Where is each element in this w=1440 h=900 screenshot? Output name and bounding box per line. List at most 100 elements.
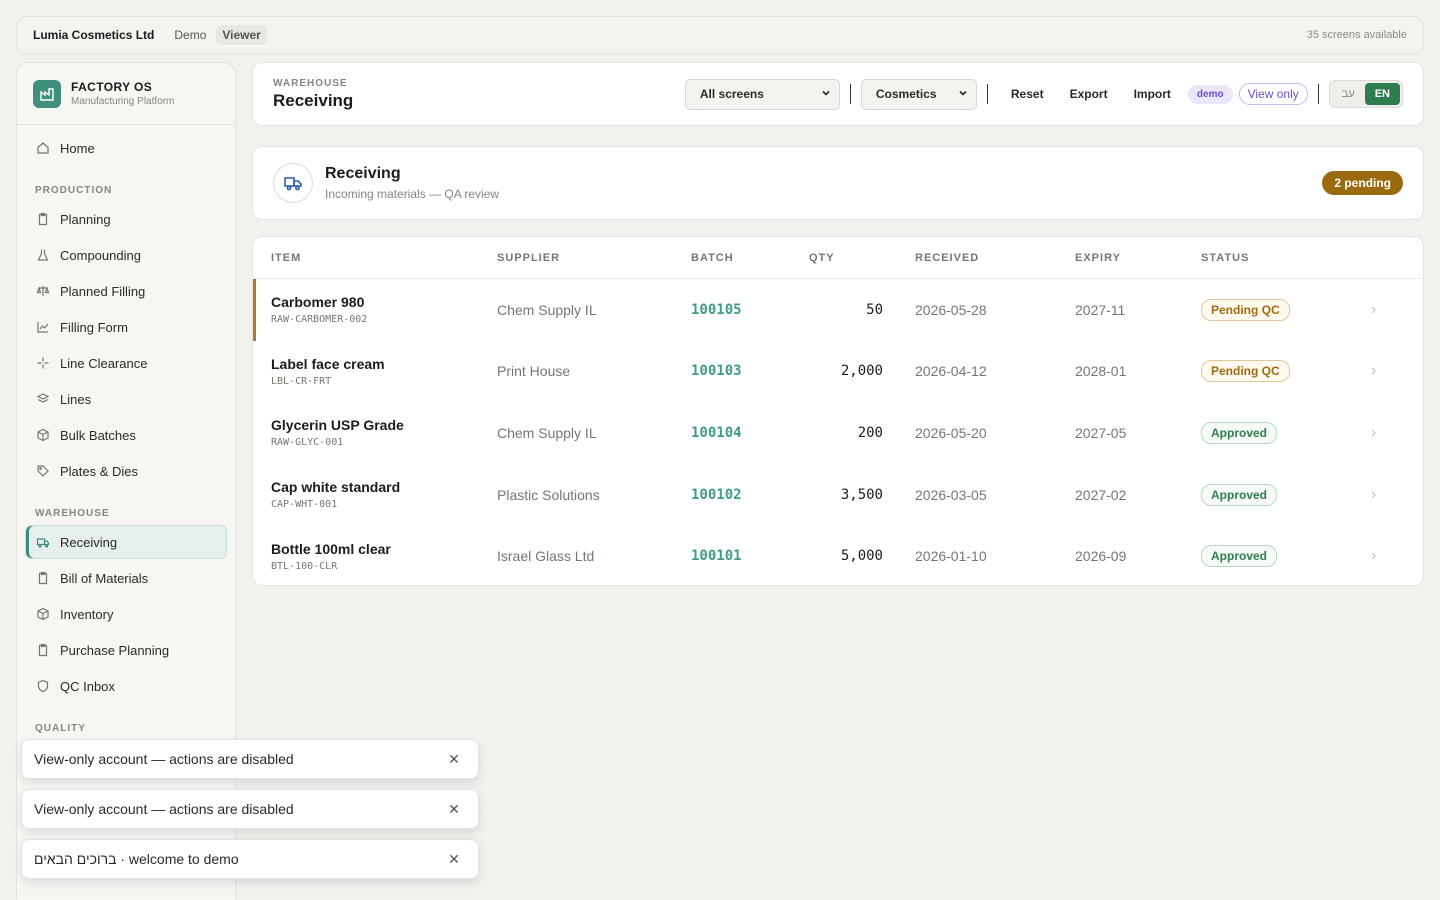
item-name: Glycerin USP Grade bbox=[271, 417, 404, 434]
sidebar-item-inventory[interactable]: Inventory bbox=[25, 597, 227, 631]
view-only-badge: View only bbox=[1238, 83, 1308, 105]
lang-hebrew-button[interactable]: עב bbox=[1332, 83, 1365, 105]
import-button[interactable]: Import bbox=[1134, 87, 1171, 101]
scale-icon bbox=[36, 284, 50, 298]
category-select[interactable]: Cosmetics bbox=[860, 78, 977, 110]
sidebar-item-compounding[interactable]: Compounding bbox=[25, 238, 227, 272]
divider bbox=[1317, 84, 1319, 104]
chevron-down-icon bbox=[958, 87, 968, 101]
sidebar-item-planning[interactable]: Planning bbox=[25, 202, 227, 236]
column-header[interactable]: EXPIRY bbox=[1075, 252, 1201, 264]
column-header[interactable]: ITEM bbox=[253, 252, 497, 264]
received-cell: 2026-05-20 bbox=[915, 424, 987, 441]
sidebar-item-filling-form[interactable]: Filling Form bbox=[25, 310, 227, 344]
layers-icon bbox=[36, 392, 50, 406]
batch-link[interactable]: 100105 bbox=[691, 302, 809, 318]
chevron-right-icon[interactable]: › bbox=[1371, 301, 1411, 319]
brand-name: FACTORY OS bbox=[71, 80, 153, 94]
received-cell: 2026-01-10 bbox=[915, 548, 987, 565]
supplier-cell: Chem Supply IL bbox=[497, 424, 597, 441]
home-icon bbox=[36, 141, 50, 155]
page-header: WAREHOUSE Receiving All screens Cosmetic… bbox=[252, 62, 1424, 126]
box-icon bbox=[36, 607, 50, 621]
clipboard-icon bbox=[36, 571, 50, 585]
tag-icon bbox=[36, 464, 50, 478]
demo-badge: demo bbox=[1187, 84, 1233, 104]
chevron-down-icon bbox=[821, 87, 831, 101]
table-row[interactable]: Glycerin USP Grade RAW-GLYC-001 Chem Suppl… bbox=[253, 402, 1423, 464]
column-header[interactable]: STATUS bbox=[1201, 252, 1371, 264]
category-select-value: Cosmetics bbox=[875, 87, 937, 101]
sidebar-item-purchase-planning[interactable]: Purchase Planning bbox=[25, 633, 227, 667]
mode-label[interactable]: Demo bbox=[174, 28, 206, 42]
batch-link[interactable]: 100102 bbox=[691, 487, 809, 503]
table-row[interactable]: Cap white standard CAP-WHT-001 Plastic Sol… bbox=[253, 464, 1423, 526]
table-row[interactable]: Bottle 100ml clear BTL-100-CLR Israel Glas… bbox=[253, 525, 1423, 585]
expiry-cell: 2027-05 bbox=[1075, 424, 1127, 441]
sidebar-item-qc-inbox[interactable]: QC Inbox bbox=[25, 669, 227, 703]
close-icon[interactable]: ✕ bbox=[442, 801, 466, 818]
chevron-right-icon[interactable]: › bbox=[1371, 362, 1411, 380]
flask-icon bbox=[36, 248, 50, 262]
sidebar-item-label: Bulk Batches bbox=[60, 427, 136, 443]
screens-available: 35 screens available bbox=[1306, 29, 1407, 41]
sidebar-item-lines[interactable]: Lines bbox=[25, 382, 227, 416]
item-name: Carbomer 980 bbox=[271, 294, 365, 311]
status-cell: Approved bbox=[1201, 545, 1371, 568]
table-row[interactable]: Carbomer 980 RAW-CARBOMER-002 Chem Supply … bbox=[253, 279, 1423, 341]
sidebar-item-home[interactable]: Home bbox=[25, 131, 227, 165]
clipboard-icon bbox=[36, 643, 50, 657]
box-icon bbox=[36, 428, 50, 442]
chevron-right-icon[interactable]: › bbox=[1371, 486, 1411, 504]
toast-message: View-only account — actions are disabled bbox=[34, 751, 294, 767]
supplier-cell: Plastic Solutions bbox=[497, 486, 600, 503]
column-header[interactable]: SUPPLIER bbox=[497, 252, 691, 264]
sidebar-item-label: Purchase Planning bbox=[60, 642, 170, 658]
reset-button[interactable]: Reset bbox=[1011, 87, 1044, 101]
item-code: LBL-CR-FRT bbox=[271, 375, 332, 387]
qty-cell: 200 bbox=[857, 424, 883, 441]
supplier-cell: Print House bbox=[497, 363, 571, 380]
sidebar-section-production: PRODUCTION bbox=[35, 185, 113, 196]
item-cell: Glycerin USP Grade RAW-GLYC-001 bbox=[253, 417, 497, 448]
item-code: CAP-WHT-001 bbox=[271, 499, 338, 511]
table-header: ITEM SUPPLIER BATCH QTY RECEIVED EXPIRY … bbox=[253, 237, 1423, 279]
export-button[interactable]: Export bbox=[1070, 87, 1108, 101]
received-cell: 2026-04-12 bbox=[915, 363, 987, 380]
divider bbox=[849, 84, 851, 104]
toast-message: ברוכים הבאים · welcome to demo bbox=[34, 851, 239, 867]
batch-link[interactable]: 100104 bbox=[691, 425, 809, 441]
sidebar-item-plates-and-dies[interactable]: Plates & Dies bbox=[25, 454, 227, 488]
sidebar-item-receiving[interactable]: Receiving bbox=[25, 525, 227, 559]
sidebar-item-label: Plates & Dies bbox=[60, 463, 139, 479]
sidebar-item-planned-filling[interactable]: Planned Filling bbox=[25, 274, 227, 308]
lang-english-button[interactable]: EN bbox=[1364, 83, 1400, 105]
page-title: Receiving bbox=[273, 90, 354, 110]
table-row[interactable]: Label face cream LBL-CR-FRT Print House 100… bbox=[253, 341, 1423, 403]
batch-link[interactable]: 100103 bbox=[691, 363, 809, 379]
item-cell: Bottle 100ml clear BTL-100-CLR bbox=[253, 541, 497, 572]
sidebar-item-bulk-batches[interactable]: Bulk Batches bbox=[25, 418, 227, 452]
status-badge: Approved bbox=[1201, 421, 1278, 444]
role-label[interactable]: Viewer bbox=[216, 25, 267, 45]
card-subtitle: Incoming materials — QA review bbox=[325, 187, 500, 201]
status-cell: Approved bbox=[1201, 421, 1371, 444]
sidebar-item-label: Planning bbox=[60, 211, 111, 227]
item-name: Bottle 100ml clear bbox=[271, 540, 391, 557]
column-header[interactable]: RECEIVED bbox=[885, 252, 1075, 264]
chevron-right-icon[interactable]: › bbox=[1371, 547, 1411, 565]
sidebar-item-label: Planned Filling bbox=[60, 283, 146, 299]
column-header[interactable]: QTY bbox=[809, 252, 885, 264]
qty-cell: 2,000 bbox=[840, 363, 883, 380]
batch-link[interactable]: 100101 bbox=[691, 548, 809, 564]
close-icon[interactable]: ✕ bbox=[442, 851, 466, 868]
sidebar-item-label: Receiving bbox=[60, 534, 118, 550]
sidebar-item-bill-of-materials[interactable]: Bill of Materials bbox=[25, 561, 227, 595]
close-icon[interactable]: ✕ bbox=[442, 751, 466, 768]
screen-select[interactable]: All screens bbox=[684, 78, 840, 110]
column-header[interactable]: BATCH bbox=[691, 252, 809, 264]
chevron-right-icon[interactable]: › bbox=[1371, 424, 1411, 442]
sidebar-item-line-clearance[interactable]: Line Clearance bbox=[25, 346, 227, 380]
divider bbox=[986, 84, 988, 104]
screen-select-value: All screens bbox=[699, 87, 764, 101]
